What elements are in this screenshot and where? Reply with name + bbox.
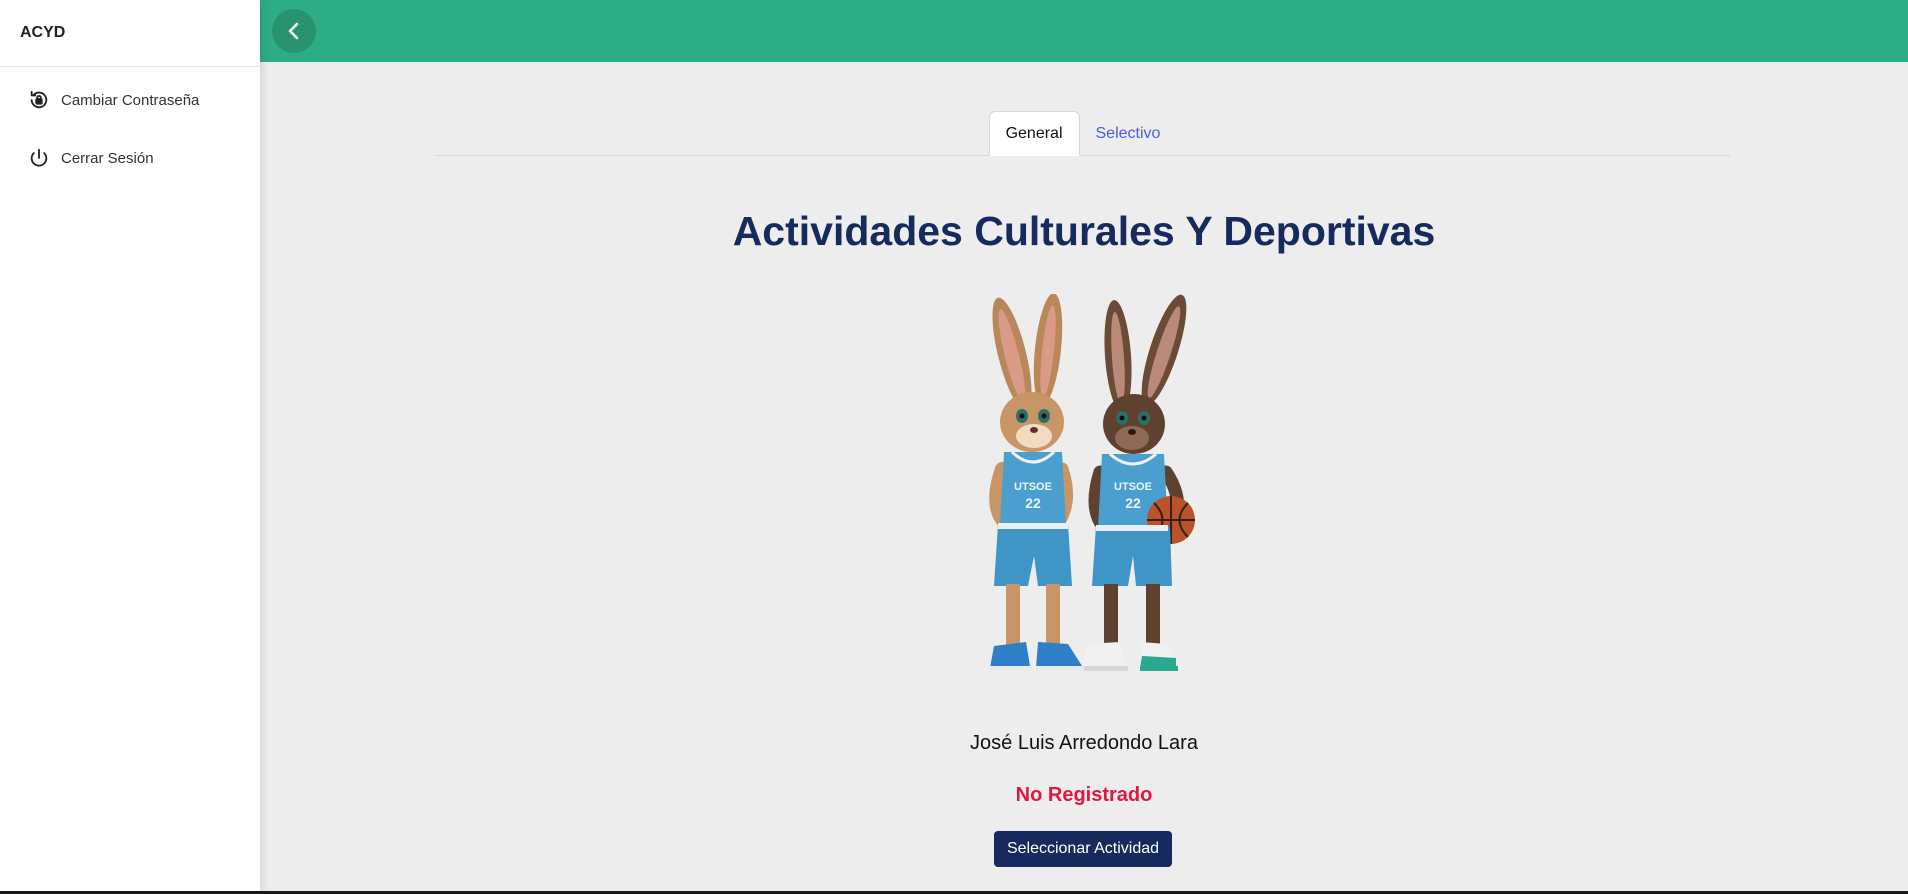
rabbit-basketball-mascots-image: UTSOE 22 UTSOE 22: [950, 293, 1220, 704]
back-button[interactable]: [272, 9, 316, 53]
sidebar-brand: ACYD: [0, 0, 260, 67]
sidebar-item-logout[interactable]: Cerrar Sesión: [0, 129, 260, 187]
svg-text:UTSOE: UTSOE: [1014, 481, 1052, 493]
sidebar: ACYD Cambiar Contraseña Cerrar Sesión: [0, 0, 260, 891]
user-name: José Luis Arredondo Lara: [970, 732, 1198, 754]
svg-text:UTSOE: UTSOE: [1114, 481, 1152, 493]
main-content: General Selectivo Actividades Culturales…: [260, 62, 1908, 891]
tab-selectivo[interactable]: Selectivo: [1080, 111, 1177, 156]
svg-text:22: 22: [1125, 495, 1141, 511]
sidebar-item-label: Cerrar Sesión: [61, 149, 154, 167]
svg-text:22: 22: [1025, 495, 1041, 511]
top-app-bar: [260, 0, 1908, 62]
tab-general[interactable]: General: [988, 111, 1080, 156]
sidebar-item-label: Cambiar Contraseña: [61, 91, 200, 109]
lock-reset-icon: [28, 89, 50, 111]
page-title: Actividades Culturales Y Deportivas: [732, 208, 1436, 254]
power-icon: [28, 147, 50, 169]
right-rabbit-figure: UTSOE 22: [1084, 294, 1195, 671]
sidebar-item-change-password[interactable]: Cambiar Contraseña: [0, 71, 260, 129]
select-activity-button[interactable]: Seleccionar Actividad: [994, 831, 1172, 867]
tab-bar: General Selectivo: [435, 111, 1730, 156]
registration-status: No Registrado: [1015, 784, 1153, 806]
app-frame: ACYD Cambiar Contraseña Cerrar Sesión Ge…: [0, 0, 1908, 891]
left-rabbit-figure: UTSOE 22: [989, 293, 1084, 671]
chevron-left-icon: [282, 19, 306, 43]
